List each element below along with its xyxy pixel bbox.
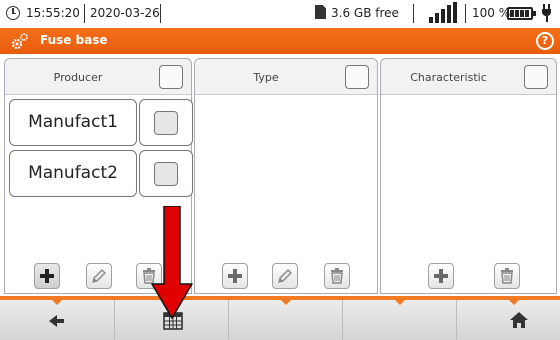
home-button[interactable] — [456, 300, 560, 340]
characteristic-panel: Characteristic — [380, 58, 557, 294]
producer-name[interactable]: Manufact2 — [9, 150, 137, 197]
characteristic-header-label: Characteristic — [410, 71, 487, 84]
type-panel: Type — [194, 58, 378, 294]
status-divider — [84, 4, 85, 23]
back-icon — [49, 315, 64, 327]
status-date: 2020-03-26 — [90, 6, 160, 20]
status-divider — [413, 4, 414, 23]
producer-select-all-checkbox[interactable] — [159, 65, 183, 89]
edit-icon — [278, 269, 292, 283]
page-title: Fuse base — [40, 33, 108, 47]
type-edit-button[interactable] — [272, 263, 298, 289]
list-item-check-cell[interactable] — [139, 99, 193, 146]
status-bar: 15:55:20 2020-03-26 3.6 GB free 100 % — [0, 0, 560, 28]
type-add-button[interactable] — [222, 263, 248, 289]
type-header-label: Type — [253, 71, 279, 84]
add-icon — [434, 269, 448, 283]
type-select-all-checkbox[interactable] — [345, 65, 369, 89]
add-icon — [228, 269, 242, 283]
home-icon — [510, 312, 528, 328]
add-icon — [40, 269, 54, 283]
trash-icon — [331, 268, 343, 284]
title-bar: Fuse base ? — [0, 28, 560, 54]
sd-card-icon — [315, 5, 326, 19]
annotation-arrow-icon — [151, 206, 193, 319]
edit-icon — [92, 269, 106, 283]
status-divider — [160, 4, 161, 23]
battery-percent: 100 % — [472, 6, 511, 20]
characteristic-delete-button[interactable] — [494, 263, 520, 289]
clock-icon — [6, 6, 20, 20]
type-panel-header: Type — [195, 59, 377, 95]
list-item-checkbox[interactable] — [154, 111, 178, 135]
list-item-checkbox[interactable] — [154, 162, 178, 186]
status-time: 15:55:20 — [26, 6, 80, 20]
type-delete-button[interactable] — [324, 263, 350, 289]
trash-icon — [501, 268, 513, 284]
producer-edit-button[interactable] — [86, 263, 112, 289]
producer-header-label: Producer — [53, 71, 103, 84]
characteristic-add-button[interactable] — [428, 263, 454, 289]
back-button[interactable] — [0, 300, 114, 340]
empty-nav-slot — [342, 300, 456, 340]
help-icon[interactable]: ? — [536, 32, 554, 50]
plug-icon — [541, 4, 553, 22]
signal-icon — [429, 2, 459, 23]
empty-nav-slot — [228, 300, 342, 340]
battery-icon — [507, 7, 536, 20]
gear-icon — [11, 33, 28, 50]
producer-add-button[interactable] — [34, 263, 60, 289]
characteristic-panel-header: Characteristic — [381, 59, 556, 95]
characteristic-select-all-checkbox[interactable] — [524, 65, 548, 89]
producer-panel-header: Producer — [5, 59, 191, 95]
producer-name[interactable]: Manufact1 — [9, 99, 137, 146]
storage-free: 3.6 GB free — [331, 6, 399, 20]
status-divider — [465, 4, 466, 23]
list-item-check-cell[interactable] — [139, 150, 193, 197]
